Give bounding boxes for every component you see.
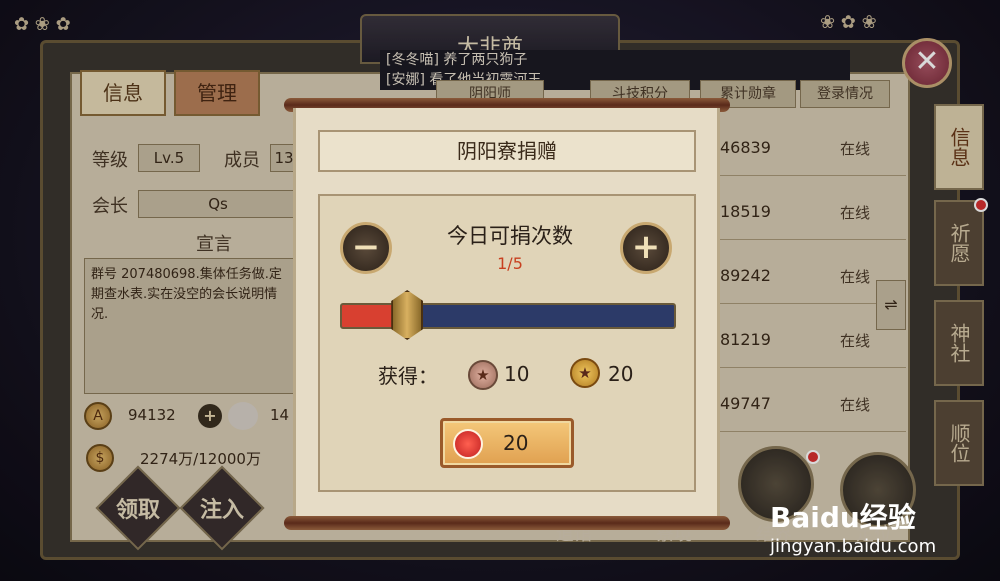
donate-count-label: 今日可捐次数 [447, 224, 573, 248]
baidu-watermark-url: jingyan.baidu.com [770, 536, 937, 557]
minus-button[interactable]: − [340, 222, 392, 274]
dialog-title: 阴阳寮捐赠 [318, 130, 696, 172]
bronze-medal-icon: ★ [468, 360, 498, 390]
minus-icon: − [351, 227, 381, 267]
reward-value-bronze: 10 [504, 362, 530, 386]
donate-cost: 20 [503, 431, 529, 455]
jade-magatama-icon [453, 429, 483, 459]
gain-label: 获得： [378, 364, 438, 388]
scroll-rod-bottom [284, 516, 730, 530]
gold-medal-icon: ★ [570, 358, 600, 388]
donate-slider[interactable] [340, 303, 676, 329]
donate-button[interactable]: 20 [440, 418, 574, 468]
reward-value-gold: 20 [608, 362, 634, 386]
baidu-watermark: Baidu经验 [770, 501, 916, 534]
donate-count-value: 1/5 [497, 254, 523, 273]
plus-icon: + [631, 227, 661, 267]
plus-button[interactable]: + [620, 222, 672, 274]
